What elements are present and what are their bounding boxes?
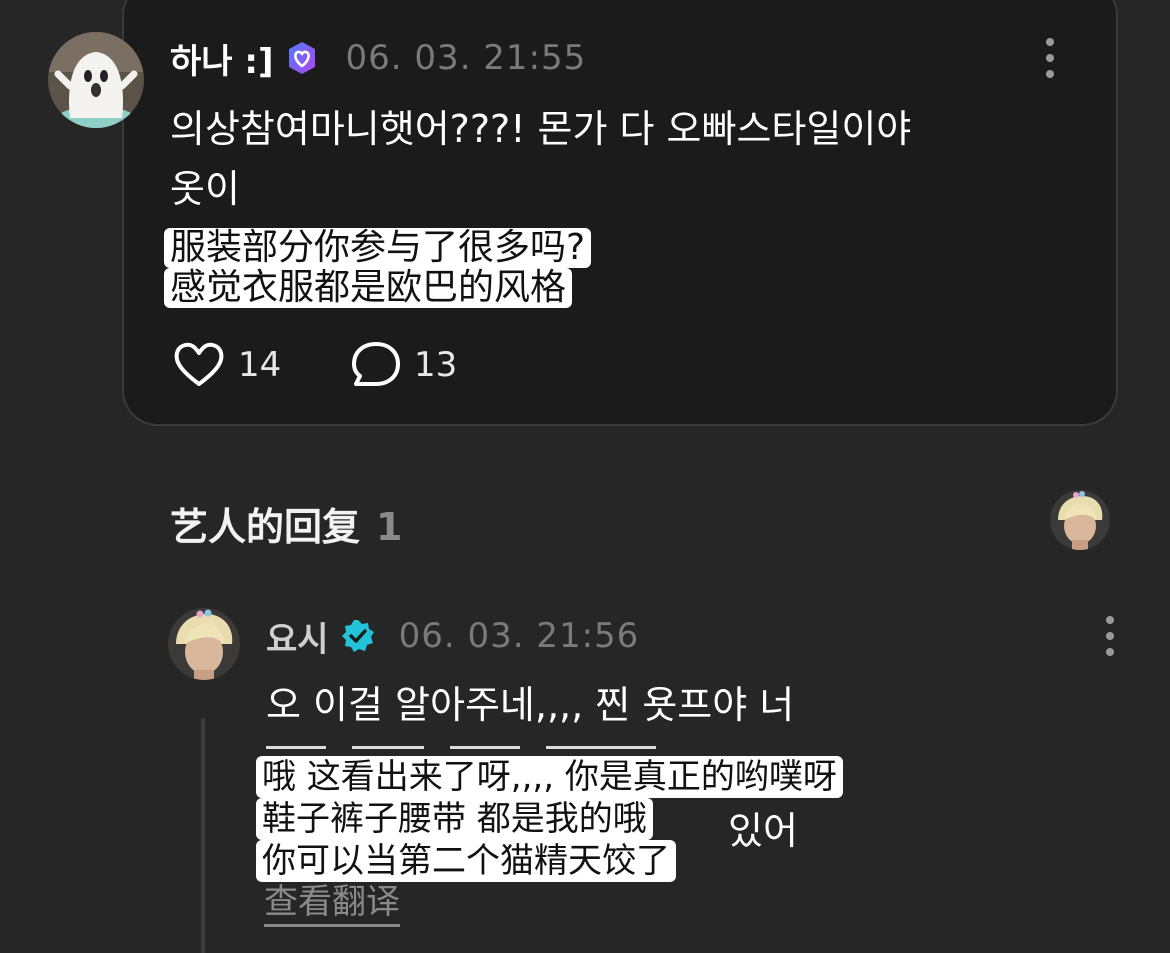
comment-thread-screen: 하나 :] 06. 03. 21:55 의상참여마니햇어???! 몬가 다 오빠… bbox=[0, 0, 1170, 953]
view-translation-link[interactable]: 查看翻译 bbox=[264, 880, 400, 927]
comment-button[interactable]: 13 bbox=[350, 340, 457, 390]
post-author-avatar[interactable] bbox=[48, 32, 144, 128]
post-text-line2: 옷이 bbox=[170, 167, 240, 211]
reply-header: 요시 06. 03. 21:56 bbox=[266, 612, 640, 661]
reply-more-options-icon[interactable] bbox=[1100, 616, 1120, 656]
post-translation-line1: 服装部分你参与了很多吗? bbox=[164, 228, 592, 268]
reply-timestamp: 06. 03. 21:56 bbox=[398, 616, 640, 656]
like-count: 14 bbox=[238, 345, 282, 385]
post-more-options-icon[interactable] bbox=[1040, 38, 1060, 78]
reply-translation-line2: 鞋子裤子腰带 都是我的哦 bbox=[256, 798, 653, 840]
reply-translation-line1: 哦 这看出来了呀,,,, 你是真正的哟噗呀 bbox=[256, 756, 843, 798]
artist-replies-title: 艺人的回复 bbox=[170, 505, 361, 549]
post-header: 하나 :] 06. 03. 21:55 bbox=[170, 34, 587, 83]
reply-username[interactable]: 요시 bbox=[266, 612, 329, 661]
artist-replies-count: 1 bbox=[376, 505, 403, 549]
post-translation-overlay: 服装部分你参与了很多吗? 感觉衣服都是欧巴的风格 bbox=[164, 228, 592, 308]
reply-translation-overlay: 哦 这看出来了呀,,,, 你是真正的哟噗呀 鞋子裤子腰带 都是我的哦 你可以当第… bbox=[256, 756, 843, 882]
artist-avatar-small[interactable] bbox=[1050, 490, 1110, 550]
artist-replies-header: 艺人的回复 1 bbox=[170, 496, 402, 551]
heart-outline-icon bbox=[172, 340, 226, 390]
post-text-line1: 의상참여마니햇어???! 몬가 다 오빠스타일이야 bbox=[170, 107, 912, 151]
speech-bubble-outline-icon bbox=[350, 340, 402, 390]
verified-badge-icon bbox=[284, 40, 320, 76]
post-username[interactable]: 하나 :] bbox=[170, 34, 274, 83]
verified-badge-icon bbox=[341, 619, 375, 653]
reply-text-line1: 오 이걸 알아주네,,,, 찐 욧프야 너 bbox=[266, 683, 795, 727]
reply-translation-line3: 你可以当第二个猫精天饺了 bbox=[256, 840, 676, 882]
like-button[interactable]: 14 bbox=[172, 340, 281, 390]
reply-thread-line bbox=[201, 718, 205, 953]
comment-count: 13 bbox=[414, 345, 458, 385]
post-timestamp: 06. 03. 21:55 bbox=[345, 38, 587, 78]
reply-author-avatar[interactable] bbox=[168, 608, 240, 680]
post-translation-line2: 感觉衣服都是欧巴的风格 bbox=[164, 268, 573, 308]
